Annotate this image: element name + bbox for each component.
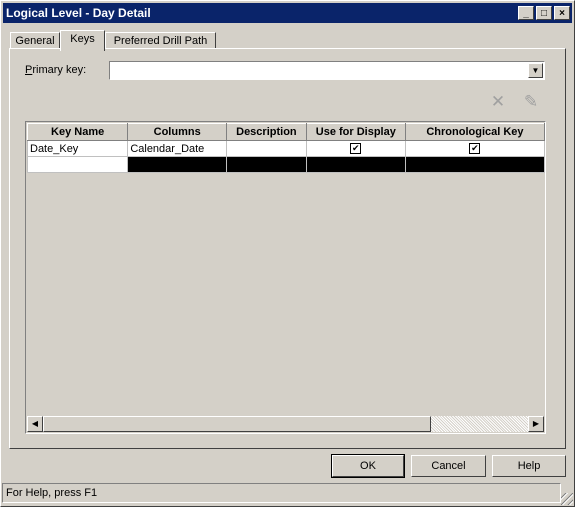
cell-use-for-display[interactable]: ✔ xyxy=(305,140,406,157)
scroll-right-icon[interactable]: ▶ xyxy=(528,416,544,432)
scroll-thumb[interactable] xyxy=(43,416,431,432)
horizontal-scrollbar[interactable]: ◀ ▶ xyxy=(27,416,544,432)
tab-keys[interactable]: Keys xyxy=(60,30,105,51)
table-row[interactable]: Date_Key Calendar_Date ✔ ✔ xyxy=(26,140,546,157)
tab-general[interactable]: General xyxy=(10,32,60,49)
delete-icon[interactable]: ✕ xyxy=(488,92,508,112)
primary-key-select[interactable]: ▼ xyxy=(109,61,545,80)
status-text: For Help, press F1 xyxy=(6,487,98,499)
maximize-button[interactable]: □ xyxy=(536,6,552,20)
scroll-left-icon[interactable]: ◀ xyxy=(27,416,43,432)
chevron-down-icon[interactable]: ▼ xyxy=(528,63,543,78)
cell-chronological-key[interactable]: ✔ xyxy=(404,140,546,157)
cell-key-name[interactable]: Date_Key xyxy=(26,140,129,157)
cancel-button[interactable]: Cancel xyxy=(411,455,486,477)
window-title: Logical Level - Day Detail xyxy=(6,6,151,20)
help-button[interactable]: Help xyxy=(492,455,566,477)
ok-button[interactable]: OK xyxy=(331,454,405,478)
pencil-icon[interactable]: ✎ xyxy=(521,92,541,112)
column-header-columns[interactable]: Columns xyxy=(127,123,228,141)
chronological-key-checkbox[interactable]: ✔ xyxy=(469,143,481,155)
cell-description[interactable] xyxy=(226,140,307,157)
new-row[interactable] xyxy=(26,156,546,173)
tab-preferred-drill-path[interactable]: Preferred Drill Path xyxy=(105,32,216,49)
new-row-cell[interactable] xyxy=(26,156,129,173)
new-row-cell[interactable] xyxy=(404,156,546,173)
minimize-button[interactable]: _ xyxy=(518,6,534,20)
cell-columns[interactable]: Calendar_Date xyxy=(127,140,228,157)
status-bar: For Help, press F1 xyxy=(2,483,561,503)
new-row-cell[interactable] xyxy=(305,156,406,173)
column-header-chronological-key[interactable]: Chronological Key xyxy=(404,123,546,141)
column-header-description[interactable]: Description xyxy=(226,123,307,141)
title-bar: Logical Level - Day Detail _ □ × xyxy=(3,3,572,23)
resize-grip-icon[interactable] xyxy=(561,493,573,505)
primary-key-label-text: rimary key: xyxy=(32,64,87,76)
scroll-track-remaining[interactable] xyxy=(431,416,528,432)
use-for-display-checkbox[interactable]: ✔ xyxy=(350,143,362,155)
keys-table: Key Name Columns Description Use for Dis… xyxy=(25,121,546,434)
column-header-key-name[interactable]: Key Name xyxy=(26,123,129,141)
primary-key-label: Primary key: xyxy=(25,64,87,76)
new-row-cell[interactable] xyxy=(127,156,228,173)
column-header-use-for-display[interactable]: Use for Display xyxy=(305,123,406,141)
new-row-cell[interactable] xyxy=(226,156,307,173)
close-button[interactable]: × xyxy=(554,6,570,20)
